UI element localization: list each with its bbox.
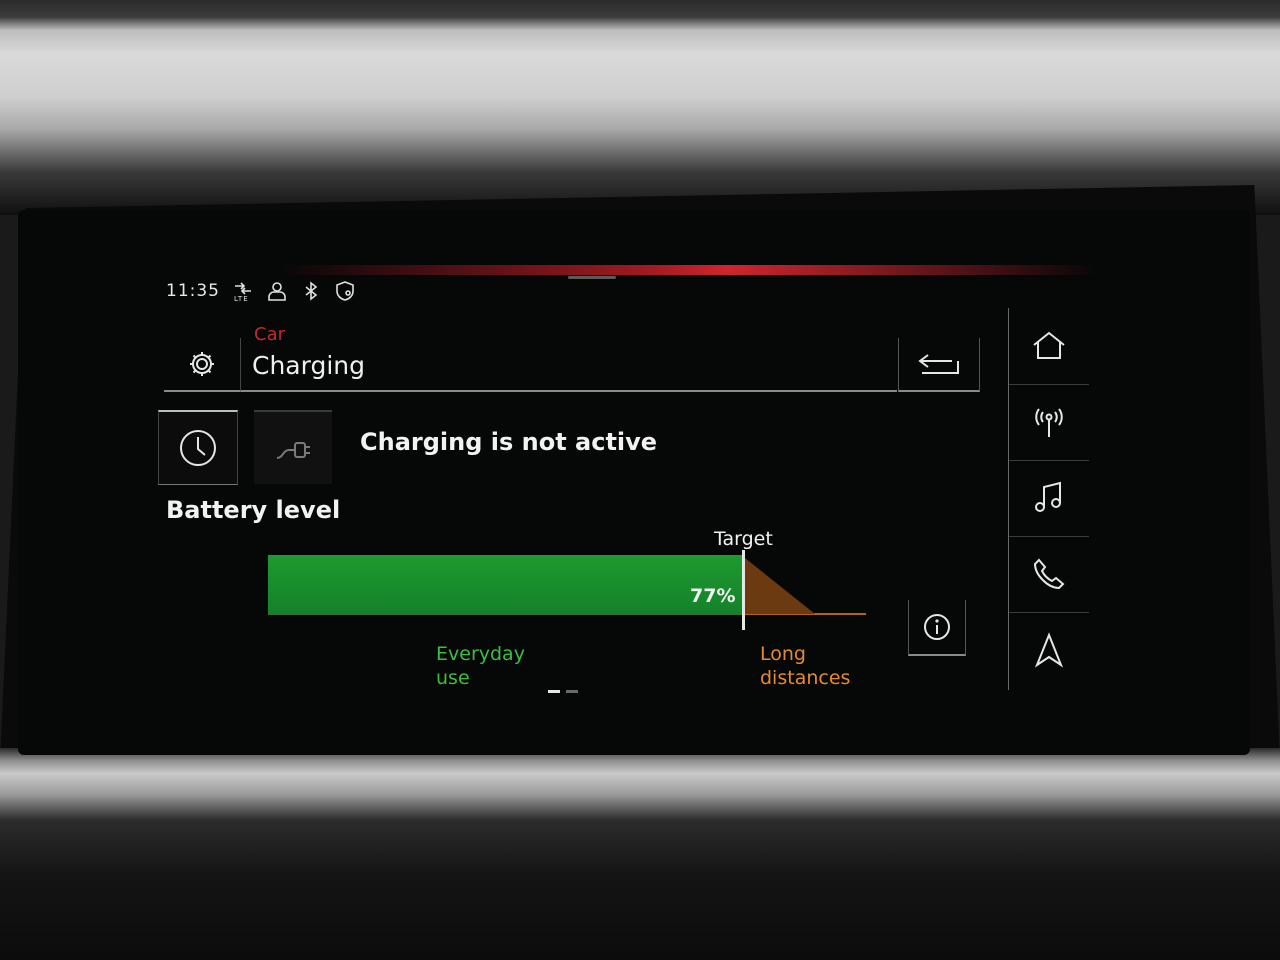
- navigation-arrow-icon: [1034, 632, 1064, 668]
- status-bar: 11:35 LTE: [166, 278, 356, 304]
- gear-icon: [190, 352, 214, 376]
- nav-phone-button[interactable]: [1009, 536, 1089, 613]
- info-button[interactable]: [908, 600, 966, 656]
- charging-plug-icon: [276, 442, 310, 459]
- charging-status-text: Charging is not active: [360, 428, 658, 456]
- clock-icon: [180, 430, 216, 466]
- charge-target-marker[interactable]: [742, 550, 745, 630]
- pull-down-handle[interactable]: [568, 276, 616, 279]
- radio-icon: [1035, 408, 1063, 437]
- charging-mode-button[interactable]: [254, 410, 332, 484]
- info-icon: [924, 614, 950, 640]
- nav-navigation-button[interactable]: [1009, 612, 1089, 688]
- breadcrumb[interactable]: Car: [254, 324, 285, 345]
- home-icon: [1033, 331, 1065, 359]
- dashboard-trim-top: [0, 0, 1280, 215]
- location-shield-icon: [334, 280, 356, 302]
- svg-text:LTE: LTE: [234, 295, 249, 302]
- page-dot-active: [548, 690, 560, 693]
- bluetooth-icon: [300, 280, 322, 302]
- timer-mode-button[interactable]: [158, 410, 238, 485]
- music-note-icon: [1035, 481, 1061, 512]
- nav-home-button[interactable]: [1009, 308, 1089, 385]
- target-wedge: [745, 558, 815, 614]
- battery-gauge-fill: [268, 555, 742, 613]
- nav-media-button[interactable]: [1009, 460, 1089, 537]
- settings-button[interactable]: [164, 338, 240, 392]
- user-profile-icon: [266, 280, 288, 302]
- dashboard-trim-bottom: [0, 748, 1280, 960]
- page-indicator: [548, 690, 578, 693]
- lte-signal-icon: LTE: [232, 280, 254, 302]
- long-distances-label: Long distances: [760, 643, 851, 689]
- target-label: Target: [714, 528, 773, 550]
- phone-icon: [1033, 558, 1065, 590]
- page-title: Charging: [252, 351, 365, 380]
- nav-radio-button[interactable]: [1009, 384, 1089, 461]
- back-button[interactable]: [898, 338, 980, 392]
- infotainment-screen: 11:35 LTE Car Charging Charging is not a…: [18, 210, 1250, 755]
- battery-level-heading: Battery level: [166, 496, 341, 524]
- everyday-use-label: Everyday use: [436, 643, 525, 689]
- nav-rail: [1008, 308, 1089, 690]
- screen-glow: [278, 265, 1098, 275]
- clock-time: 11:35: [166, 281, 220, 301]
- back-arrow-icon: [918, 354, 959, 374]
- battery-level-value: 77%: [690, 585, 736, 607]
- page-dot: [566, 690, 578, 693]
